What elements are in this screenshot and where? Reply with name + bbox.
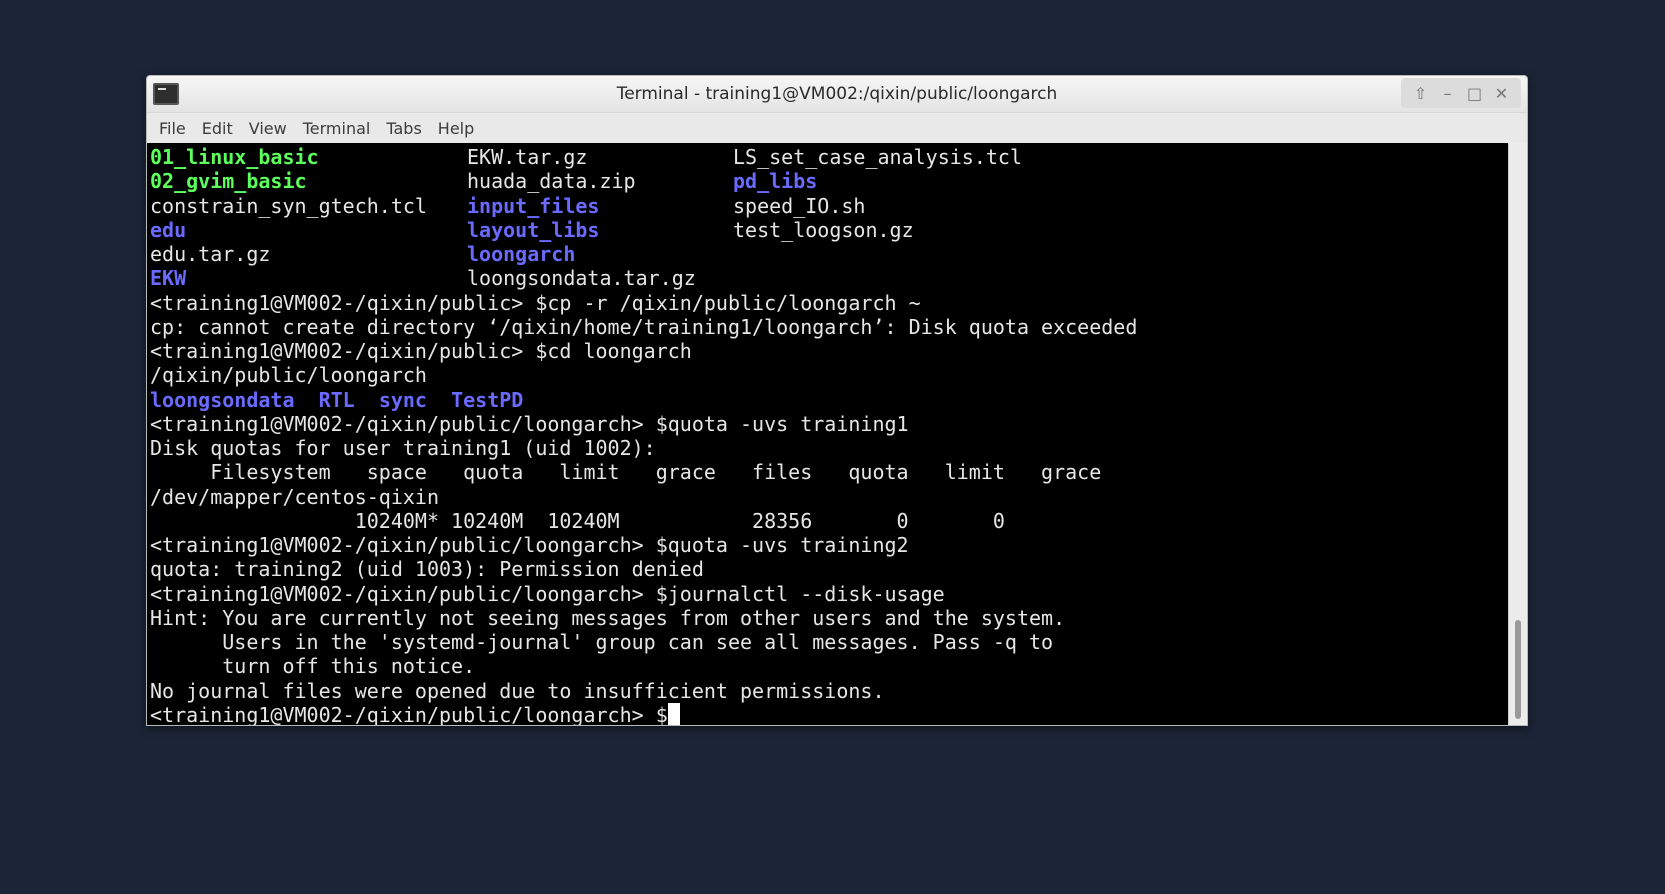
ls-entry-name: speed_IO.sh <box>733 193 866 218</box>
menu-file[interactable]: File <box>151 119 194 138</box>
scrollbar-thumb[interactable] <box>1515 620 1521 719</box>
ls-entry-name: EKW <box>150 266 187 291</box>
ls-output-row: edu.tar.gz loongarch <box>150 242 1508 266</box>
title-bar[interactable]: Terminal - training1@VM002:/qixin/public… <box>147 76 1527 113</box>
terminal-line: quota: training2 (uid 1003): Permission … <box>150 557 704 582</box>
ls-entry: EKW <box>150 266 467 290</box>
terminal-line-row: No journal files were opened due to insu… <box>150 679 1508 703</box>
up-icon[interactable]: ⇧ <box>1411 83 1431 103</box>
terminal-line-row: Hint: You are currently not seeing messa… <box>150 606 1508 630</box>
vertical-scrollbar[interactable] <box>1508 143 1527 725</box>
terminal-line: Disk quotas for user training1 (uid 1002… <box>150 436 656 460</box>
terminal-line-row: Filesystem space quota limit grace files… <box>150 460 1508 484</box>
ls-entry: test_loogson.gz <box>733 218 914 242</box>
ls-entry: pd_libs <box>733 169 817 193</box>
ls-entry-name: edu <box>150 217 187 242</box>
directory-name: sync <box>378 387 427 412</box>
ls-dir-row: loongsondata RTL sync TestPD <box>150 388 1508 412</box>
minimize-icon[interactable]: – <box>1438 83 1458 103</box>
terminal-line: 10240M* 10240M 10240M 28356 0 0 <box>150 508 1005 533</box>
ls-output-row: 02_gvim_basic huada_data.zip pd_libs <box>150 169 1508 193</box>
ls-entry: 01_linux_basic <box>150 145 467 169</box>
terminal-line: <training1@VM002-/qixin/public> $cp -r /… <box>150 290 921 315</box>
menu-tabs[interactable]: Tabs <box>378 119 429 138</box>
ls-entry: layout_libs <box>467 218 733 242</box>
ls-entry-name: huada_data.zip <box>467 169 636 194</box>
directory-name: TestPD <box>451 387 524 412</box>
window-title: Terminal - training1@VM002:/qixin/public… <box>616 84 1058 104</box>
ls-entry: LS_set_case_analysis.tcl <box>733 145 1022 169</box>
ls-entry: huada_data.zip <box>467 169 733 193</box>
terminal-line-row: /dev/mapper/centos-qixin <box>150 485 1508 509</box>
ls-entry-name: 01_linux_basic <box>150 145 319 169</box>
terminal-line: <training1@VM002-/qixin/public> $cd loon… <box>150 339 692 363</box>
terminal-line-row: Disk quotas for user training1 (uid 1002… <box>150 436 1508 460</box>
prompt-row: <training1@VM002-/qixin/public/loongarch… <box>150 702 1508 725</box>
ls-entry: edu.tar.gz <box>150 242 467 266</box>
terminal-line: <training1@VM002-/qixin/public/loongarch… <box>150 411 909 436</box>
ls-output-row: edu layout_libs test_loogson.gz <box>150 218 1508 242</box>
terminal-line-row: 10240M* 10240M 10240M 28356 0 0 <box>150 509 1508 533</box>
ls-entry-name: input_files <box>467 193 600 218</box>
terminal-window: Terminal - training1@VM002:/qixin/public… <box>146 75 1528 726</box>
terminal-line: turn off this notice. <box>150 654 476 679</box>
ls-entry-name: pd_libs <box>733 169 818 194</box>
terminal-line: /dev/mapper/centos-qixin <box>150 484 439 509</box>
terminal-line-row: turn off this notice. <box>150 654 1508 678</box>
terminal-line: No journal files were opened due to insu… <box>150 678 885 703</box>
terminal-line-row: <training1@VM002-/qixin/public> $cd loon… <box>150 339 1508 363</box>
terminal-line: Users in the 'systemd-journal' group can… <box>150 630 1054 654</box>
text-cursor <box>667 702 680 725</box>
terminal-line-row: quota: training2 (uid 1003): Permission … <box>150 557 1508 581</box>
terminal-line: cp: cannot create directory ‘/qixin/home… <box>150 314 1138 339</box>
ls-entry-name: EKW.tar.gz <box>467 145 588 169</box>
ls-entry: constrain_syn_gtech.tcl <box>150 194 467 218</box>
ls-entry-name: test_loogson.gz <box>733 217 914 242</box>
terminal-line-row: /qixin/public/loongarch <box>150 363 1508 387</box>
menu-terminal[interactable]: Terminal <box>295 119 379 138</box>
menu-help[interactable]: Help <box>430 119 482 138</box>
terminal-area: 01_linux_basic EKW.tar.gz LS_set_case_anal… <box>147 143 1527 725</box>
menu-view[interactable]: View <box>241 119 295 138</box>
terminal-line: <training1@VM002-/qixin/public/loongarch… <box>150 533 909 557</box>
terminal-line-row: <training1@VM002-/qixin/public/loongarch… <box>150 412 1508 436</box>
window-controls: ⇧ – □ ✕ <box>1401 78 1521 108</box>
terminal-line-row: cp: cannot create directory ‘/qixin/home… <box>150 315 1508 339</box>
ls-entry: speed_IO.sh <box>733 194 865 218</box>
terminal-line: <training1@VM002-/qixin/public/loongarch… <box>150 581 945 606</box>
maximize-icon[interactable]: □ <box>1465 83 1485 103</box>
ls-entry-name: loongsondata.tar.gz <box>467 266 696 291</box>
directory-name: loongsondata <box>150 387 295 412</box>
terminal-output[interactable]: 01_linux_basic EKW.tar.gz LS_set_case_anal… <box>147 143 1508 725</box>
menu-edit[interactable]: Edit <box>194 119 241 138</box>
terminal-line-row: <training1@VM002-/qixin/public> $cp -r /… <box>150 291 1508 315</box>
terminal-line: /qixin/public/loongarch <box>150 363 427 388</box>
ls-entry: 02_gvim_basic <box>150 169 467 193</box>
ls-entry: edu <box>150 218 467 242</box>
terminal-line-row: Users in the 'systemd-journal' group can… <box>150 630 1508 654</box>
ls-output-row: 01_linux_basic EKW.tar.gz LS_set_case_anal… <box>150 145 1508 169</box>
terminal-line-row: <training1@VM002-/qixin/public/loongarch… <box>150 582 1508 606</box>
ls-output-row: EKW loongsondata.tar.gz <box>150 266 1508 290</box>
close-icon[interactable]: ✕ <box>1492 83 1512 103</box>
ls-entry-name: 02_gvim_basic <box>150 169 307 194</box>
ls-entry: loongarch <box>467 242 733 266</box>
ls-entry-name: edu.tar.gz <box>150 242 271 266</box>
terminal-line: Hint: You are currently not seeing messa… <box>150 605 1066 630</box>
terminal-line: Filesystem space quota limit grace files… <box>150 460 1102 485</box>
shell-prompt: <training1@VM002-/qixin/public/loongarch… <box>150 702 668 725</box>
ls-entry-name: constrain_syn_gtech.tcl <box>150 193 427 218</box>
ls-entry-name: layout_libs <box>467 217 600 242</box>
ls-entry: EKW.tar.gz <box>467 145 733 169</box>
ls-entry: input_files <box>467 194 733 218</box>
ls-entry: loongsondata.tar.gz <box>467 266 733 290</box>
terminal-line-row: <training1@VM002-/qixin/public/loongarch… <box>150 533 1508 557</box>
ls-entry-name: loongarch <box>467 242 576 266</box>
ls-entry-name: LS_set_case_analysis.tcl <box>733 145 1022 169</box>
directory-name: RTL <box>318 387 355 412</box>
ls-output-row: constrain_syn_gtech.tcl input_files speed_… <box>150 194 1508 218</box>
menu-bar: File Edit View Terminal Tabs Help <box>147 113 1527 143</box>
